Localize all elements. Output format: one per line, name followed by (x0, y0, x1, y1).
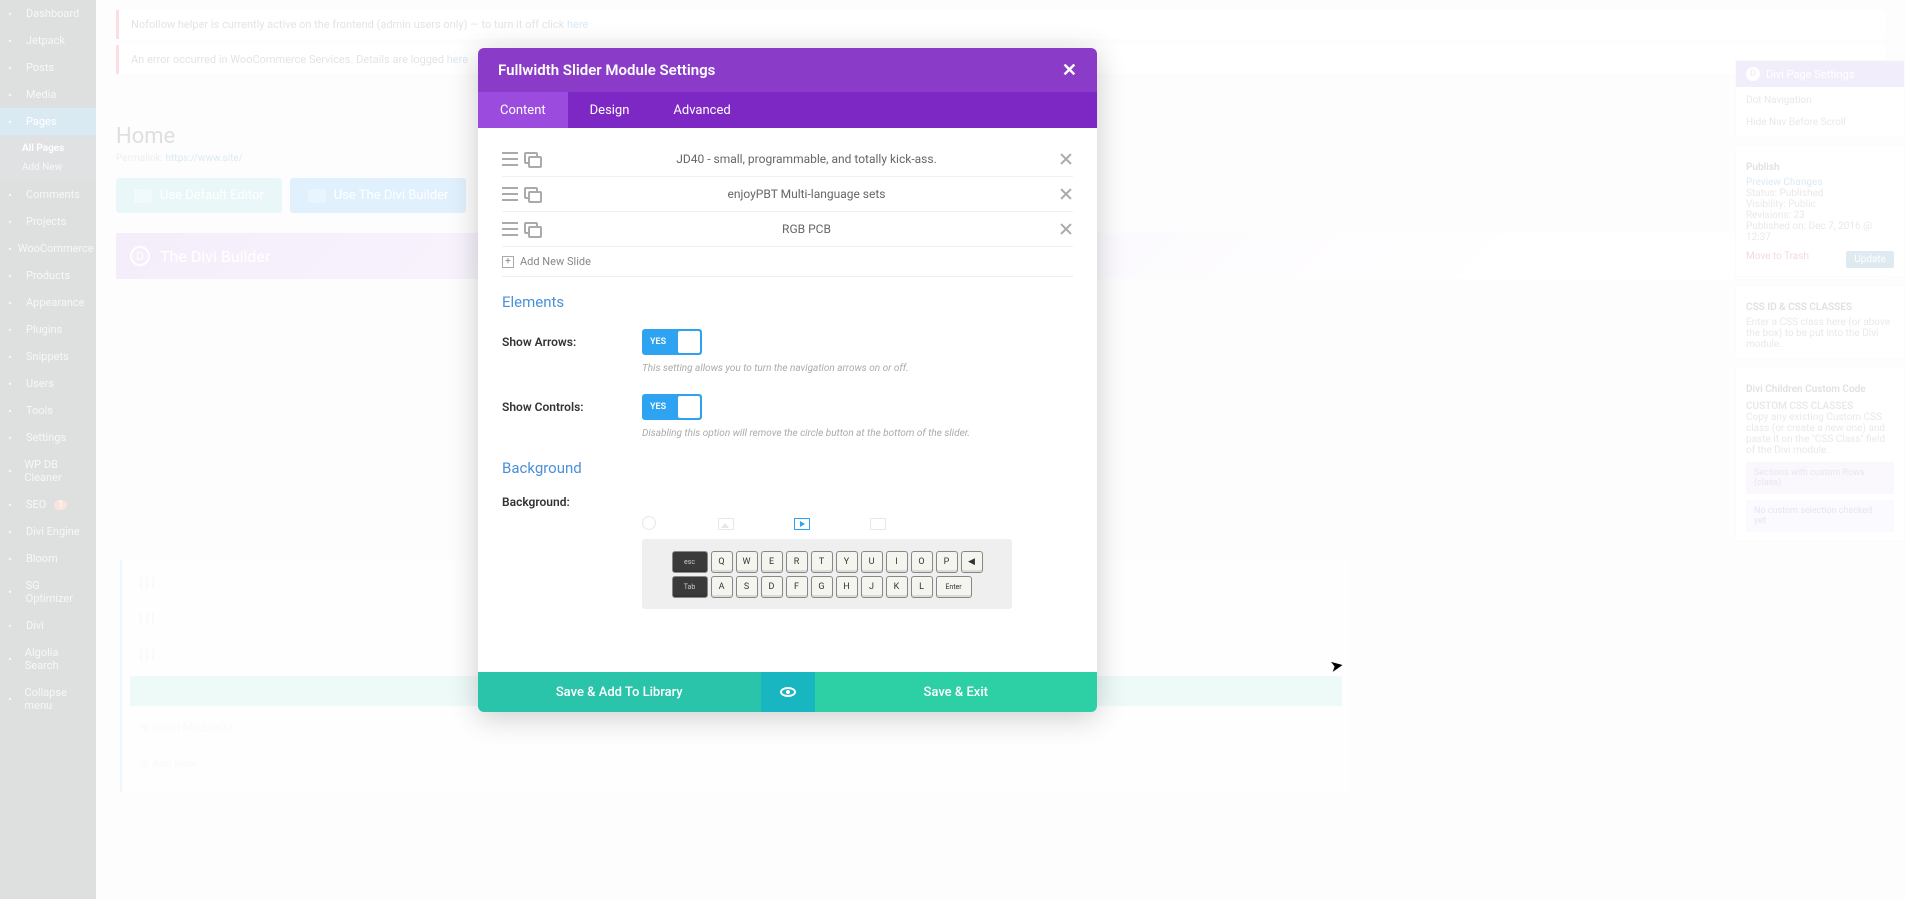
show-controls-label: Show Controls: (502, 400, 642, 414)
slide-row[interactable]: JD40 - small, programmable, and totally … (502, 142, 1073, 177)
bg-image-tab[interactable] (718, 515, 734, 529)
modal-title: Fullwidth Slider Module Settings (498, 61, 715, 79)
slider-module-settings-modal: Fullwidth Slider Module Settings ✕ Conte… (478, 48, 1097, 712)
bg-color-tab[interactable] (642, 515, 658, 529)
key: J (861, 576, 883, 598)
key: Enter (936, 576, 972, 598)
key: Y (836, 551, 858, 573)
tab-advanced[interactable]: Advanced (651, 92, 752, 128)
delete-slide-button[interactable] (1059, 222, 1073, 236)
drag-handle-icon[interactable] (502, 222, 518, 236)
show-arrows-desc: This setting allows you to turn the navi… (642, 363, 1073, 374)
key: L (911, 576, 933, 598)
key: O (911, 551, 933, 573)
key: R (786, 551, 808, 573)
bg-preview[interactable]: escQWERTYUIOP◀ TabASDFGHJKLEnter (642, 539, 1012, 609)
key: Q (711, 551, 733, 573)
drag-handle-icon[interactable] (502, 187, 518, 201)
eye-icon (780, 687, 796, 697)
key: U (861, 551, 883, 573)
key: ◀ (961, 551, 983, 573)
show-arrows-label: Show Arrows: (502, 335, 642, 349)
bg-video-tab[interactable] (794, 515, 810, 529)
duplicate-icon[interactable] (524, 187, 542, 201)
tab-content[interactable]: Content (478, 92, 568, 128)
preview-button[interactable] (761, 672, 815, 712)
show-controls-toggle[interactable]: YES (642, 394, 702, 420)
key: A (711, 576, 733, 598)
delete-slide-button[interactable] (1059, 152, 1073, 166)
key: G (811, 576, 833, 598)
duplicate-icon[interactable] (524, 152, 542, 166)
slide-row[interactable]: enjoyPBT Multi-language sets (502, 177, 1073, 212)
modal-close-button[interactable]: ✕ (1062, 60, 1077, 81)
key: I (886, 551, 908, 573)
background-label: Background: (502, 495, 642, 509)
key: esc (672, 551, 708, 573)
save-exit-button[interactable]: Save & Exit (815, 672, 1098, 712)
show-controls-setting: Show Controls: YES Disabling this option… (502, 394, 1073, 439)
key: S (736, 576, 758, 598)
modal-header: Fullwidth Slider Module Settings ✕ (478, 48, 1097, 92)
key: F (786, 576, 808, 598)
drag-handle-icon[interactable] (502, 152, 518, 166)
key: Tab (672, 576, 708, 598)
background-section-header: Background (502, 459, 1073, 477)
key: H (836, 576, 858, 598)
modal-tabs: Content Design Advanced (478, 92, 1097, 128)
slide-title: JD40 - small, programmable, and totally … (554, 152, 1059, 166)
modal-body[interactable]: JD40 - small, programmable, and totally … (478, 128, 1097, 672)
modal-footer: Save & Add To Library Save & Exit (478, 672, 1097, 712)
bg-gradient-tab[interactable] (870, 515, 886, 529)
key: D (761, 576, 783, 598)
add-new-slide-button[interactable]: + Add New Slide (502, 247, 1073, 277)
key: K (886, 576, 908, 598)
show-controls-desc: Disabling this option will remove the ci… (642, 428, 1073, 439)
key: T (811, 551, 833, 573)
background-setting: Background: escQWERTYUIOP◀ TabASDFGHJKLE… (502, 495, 1073, 609)
save-add-to-library-button[interactable]: Save & Add To Library (478, 672, 761, 712)
show-arrows-toggle[interactable]: YES (642, 329, 702, 355)
slide-title: RGB PCB (554, 222, 1059, 236)
delete-slide-button[interactable] (1059, 187, 1073, 201)
show-arrows-setting: Show Arrows: YES This setting allows you… (502, 329, 1073, 374)
elements-section-header: Elements (502, 293, 1073, 311)
plus-icon: + (502, 256, 514, 268)
duplicate-icon[interactable] (524, 222, 542, 236)
key: P (936, 551, 958, 573)
tab-design[interactable]: Design (568, 92, 652, 128)
key: E (761, 551, 783, 573)
slide-row[interactable]: RGB PCB (502, 212, 1073, 247)
key: W (736, 551, 758, 573)
slide-title: enjoyPBT Multi-language sets (554, 187, 1059, 201)
